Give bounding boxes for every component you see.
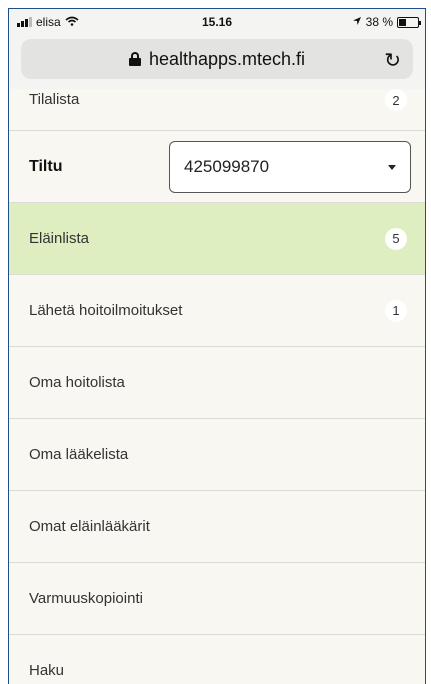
menu-item-haku[interactable]: Haku bbox=[9, 635, 425, 684]
menu-item-laheta-hoitoilmoitukset[interactable]: Lähetä hoitoilmoitukset 1 bbox=[9, 275, 425, 347]
count-badge: 2 bbox=[385, 89, 407, 111]
menu-item-omat-elainlaakarit[interactable]: Omat eläinlääkärit bbox=[9, 491, 425, 563]
menu-item-label: Varmuuskopiointi bbox=[29, 590, 143, 607]
phone-screen: elisa 15.16 38 % healthapps.mtech.fi ↻ T… bbox=[8, 8, 426, 684]
menu-item-label: Tilalista bbox=[29, 91, 80, 108]
menu-item-tilalista[interactable]: Tilalista 2 bbox=[9, 89, 425, 131]
browser-toolbar: healthapps.mtech.fi ↻ bbox=[9, 37, 425, 89]
menu-item-label: Omat eläinlääkärit bbox=[29, 518, 150, 535]
count-badge: 1 bbox=[385, 299, 407, 322]
address-bar[interactable]: healthapps.mtech.fi ↻ bbox=[21, 39, 413, 79]
reload-icon[interactable]: ↻ bbox=[384, 48, 401, 73]
status-bar: elisa 15.16 38 % bbox=[9, 9, 425, 37]
menu-item-label: Haku bbox=[29, 662, 65, 679]
menu-item-label: Oma lääkelista bbox=[29, 446, 129, 463]
tiltu-row: Tiltu 425099870 bbox=[9, 131, 425, 203]
url-text: healthapps.mtech.fi bbox=[148, 48, 306, 69]
menu-item-varmuuskopiointi[interactable]: Varmuuskopiointi bbox=[9, 563, 425, 635]
tiltu-label: Tiltu bbox=[29, 157, 63, 175]
menu-item-elainlista[interactable]: Eläinlista 5 bbox=[9, 203, 425, 275]
menu-item-label: Oma hoitolista bbox=[29, 374, 125, 391]
menu-item-oma-hoitolista[interactable]: Oma hoitolista bbox=[9, 347, 425, 419]
battery-icon bbox=[397, 16, 421, 28]
status-right: 38 % bbox=[352, 15, 421, 29]
menu-item-label: Eläinlista bbox=[29, 230, 90, 247]
count-badge: 5 bbox=[385, 227, 407, 250]
battery-level bbox=[399, 18, 406, 26]
tiltu-select[interactable]: 425099870 bbox=[169, 140, 411, 193]
tiltu-select-value: 425099870 bbox=[184, 156, 270, 176]
location-arrow-icon bbox=[352, 15, 362, 29]
chevron-down-icon bbox=[388, 164, 396, 170]
battery-percent: 38 % bbox=[365, 15, 393, 29]
menu-list: Tilalista 2 Tiltu 425099870 Eläinlista 5… bbox=[9, 89, 425, 684]
menu-item-label: Lähetä hoitoilmoitukset bbox=[29, 302, 183, 319]
lock-icon bbox=[128, 52, 141, 66]
menu-item-oma-laakelista[interactable]: Oma lääkelista bbox=[9, 419, 425, 491]
